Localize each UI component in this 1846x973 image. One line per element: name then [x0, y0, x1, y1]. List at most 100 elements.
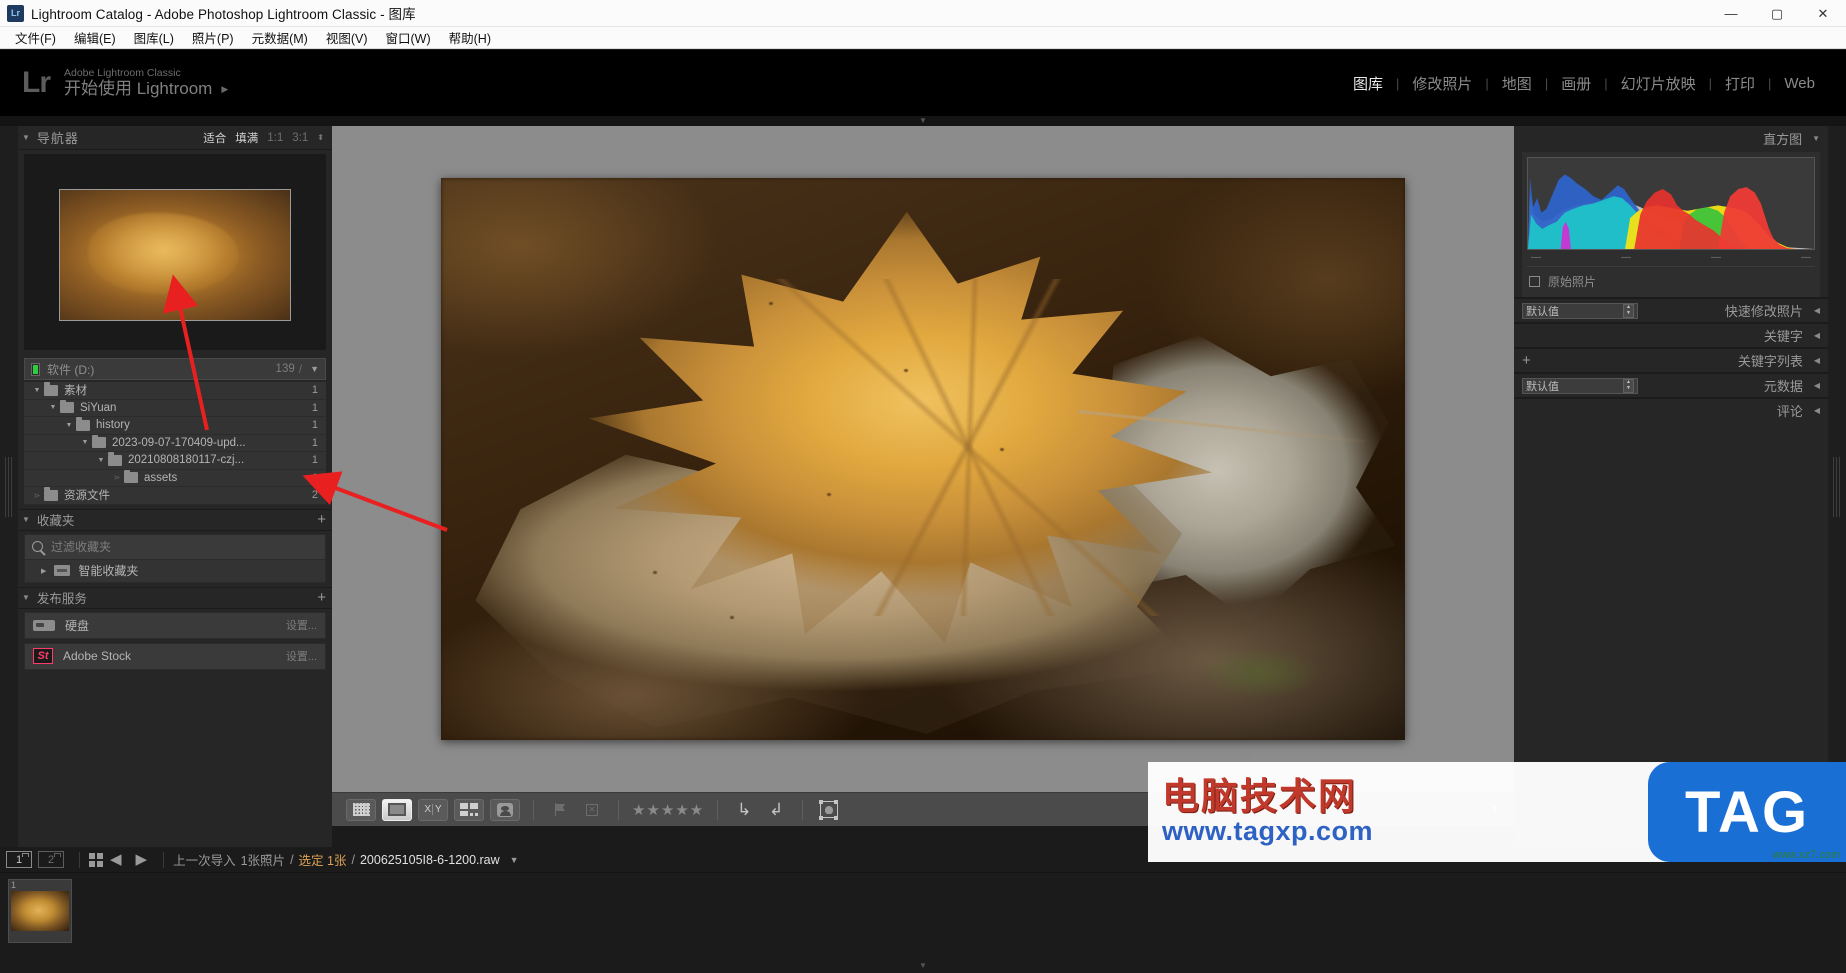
people-view-button[interactable]: [490, 798, 520, 821]
module-slideshow[interactable]: 幻灯片放映: [1608, 73, 1709, 94]
section-metadata[interactable]: 默认值 ▲ ▼ 元数据 ◀: [1514, 372, 1828, 397]
folder-row[interactable]: ▼ SiYuan 1: [24, 399, 326, 417]
stepper-icon[interactable]: ▲ ▼: [1623, 378, 1634, 393]
section-comments[interactable]: 评论 ◀: [1514, 397, 1828, 422]
next-photo-arrow-icon[interactable]: ▶: [136, 852, 148, 867]
folder-row[interactable]: ▼ 2023-09-07-170409-upd... 1: [24, 434, 326, 452]
previous-photo-arrow-icon[interactable]: ◀: [110, 852, 122, 867]
chevron-down-icon[interactable]: ▼: [78, 439, 92, 446]
menu-view[interactable]: 视图(V): [317, 26, 377, 49]
publish-services-header[interactable]: ▼ 发布服务 +: [18, 586, 332, 609]
volume-row[interactable]: 软件 (D:) 139 / ▼: [24, 358, 326, 380]
menu-metadata[interactable]: 元数据(M): [243, 26, 317, 49]
menu-file[interactable]: 文件(F): [6, 26, 65, 49]
menu-photo[interactable]: 照片(P): [183, 26, 243, 49]
chevron-left-icon[interactable]: ◀: [1814, 331, 1820, 340]
zoom-1to1[interactable]: 1:1: [267, 132, 283, 144]
star-rating[interactable]: ★★★★★: [632, 801, 704, 819]
left-panel-resize-handle[interactable]: [0, 126, 18, 847]
collections-filter-row[interactable]: 过滤收藏夹: [25, 534, 325, 560]
section-keyword-list[interactable]: + 关键字列表 ◀: [1514, 347, 1828, 372]
right-panel-resize-handle[interactable]: [1828, 126, 1846, 847]
minimize-button[interactable]: —: [1708, 0, 1754, 27]
section-keywording[interactable]: 关键字 ◀: [1514, 322, 1828, 347]
chevron-right-icon[interactable]: ▶: [41, 567, 46, 575]
module-map[interactable]: 地图: [1489, 73, 1545, 94]
module-book[interactable]: 画册: [1548, 73, 1604, 94]
identity-plate[interactable]: Lr Adobe Lightroom Classic 开始使用 Lightroo…: [0, 67, 228, 99]
zoom-3to1[interactable]: 3:1: [292, 132, 308, 144]
main-photo[interactable]: [441, 178, 1405, 740]
module-web[interactable]: Web: [1771, 75, 1828, 92]
zoom-fit[interactable]: 适合: [203, 130, 226, 146]
module-library[interactable]: 图库: [1340, 73, 1396, 94]
zoom-fill[interactable]: 填满: [235, 130, 258, 146]
face-detect-button[interactable]: [816, 799, 842, 821]
chevron-right-icon[interactable]: ⋗: [110, 473, 124, 482]
add-collection-button[interactable]: +: [317, 512, 326, 527]
menu-window[interactable]: 窗口(W): [377, 26, 440, 49]
source-label[interactable]: 上一次导入: [173, 850, 236, 869]
chevron-down-icon[interactable]: ▼: [30, 387, 44, 394]
close-button[interactable]: ✕: [1800, 0, 1846, 27]
collections-filter-input[interactable]: 过滤收藏夹: [51, 538, 111, 555]
filmstrip-thumbnail[interactable]: 1: [8, 879, 72, 943]
survey-view-button[interactable]: [454, 798, 484, 821]
grid-view-icon[interactable]: [89, 852, 103, 867]
navigator-header[interactable]: ▼ 导航器 适合 填满 1:1 3:1 ⬍: [18, 126, 332, 150]
publish-setup-link[interactable]: 设置...: [286, 648, 317, 664]
screen-1-button[interactable]: 1: [6, 851, 32, 868]
zoom-stepper-icon[interactable]: ⬍: [317, 133, 324, 142]
chevron-down-icon[interactable]: ▼: [94, 457, 108, 464]
stepper-icon[interactable]: ▲ ▼: [1623, 303, 1634, 318]
grid-view-button[interactable]: [346, 798, 376, 821]
module-print[interactable]: 打印: [1712, 73, 1768, 94]
metadata-preset-select[interactable]: 默认值 ▲ ▼: [1522, 377, 1638, 394]
chevron-left-icon[interactable]: ◀: [1814, 306, 1820, 315]
publish-service-hard-drive[interactable]: 硬盘 设置...: [24, 611, 326, 639]
play-arrow-icon[interactable]: ▶: [221, 84, 228, 94]
chevron-left-icon[interactable]: ◀: [1814, 406, 1820, 415]
add-publish-service-button[interactable]: +: [317, 590, 326, 605]
menu-help[interactable]: 帮助(H): [440, 26, 500, 49]
collections-header[interactable]: ▼ 收藏夹 +: [18, 508, 332, 531]
chevron-left-icon[interactable]: ◀: [1814, 356, 1820, 365]
volume-menu-icon[interactable]: ▼: [310, 364, 319, 374]
chevron-down-icon[interactable]: ▼: [62, 422, 76, 429]
compare-view-button[interactable]: X Y: [418, 798, 448, 821]
flag-reject-button[interactable]: ✕: [579, 799, 605, 821]
maximize-button[interactable]: ▢: [1754, 0, 1800, 27]
navigator-preview[interactable]: [24, 154, 326, 350]
filename-dropdown-caret-icon[interactable]: ▼: [510, 855, 519, 865]
chevron-right-icon[interactable]: ⋗: [30, 491, 44, 500]
folder-row[interactable]: ⋗ assets 1: [24, 469, 326, 487]
add-keyword-button[interactable]: +: [1522, 353, 1531, 368]
original-photo-checkbox[interactable]: [1529, 276, 1540, 287]
top-panel-collapse-strip[interactable]: ▼: [0, 116, 1846, 126]
folder-row[interactable]: ▼ 素材 1: [24, 382, 326, 400]
smart-collection-row[interactable]: ▶ 智能收藏夹: [25, 560, 325, 582]
menu-library[interactable]: 图库(L): [125, 26, 183, 49]
loupe-photo-area[interactable]: [332, 126, 1514, 792]
original-photo-row[interactable]: 原始照片: [1527, 266, 1815, 292]
folder-row[interactable]: ▼ history 1: [24, 417, 326, 435]
flag-pick-button[interactable]: [547, 799, 573, 821]
loupe-view-button[interactable]: [382, 798, 412, 821]
section-quick-develop[interactable]: 默认值 ▲ ▼ 快速修改照片 ◀: [1514, 297, 1828, 322]
chevron-down-icon[interactable]: ▼: [46, 404, 60, 411]
menu-edit[interactable]: 编辑(E): [65, 26, 125, 49]
filmstrip-collapse-strip[interactable]: ▼: [0, 959, 1846, 973]
rotate-right-button[interactable]: ↲: [763, 799, 789, 821]
module-develop[interactable]: 修改照片: [1399, 73, 1485, 94]
histogram-header[interactable]: 直方图 ▼: [1514, 126, 1828, 150]
folder-row[interactable]: ⋗ 资源文件 2: [24, 487, 326, 505]
chevron-down-icon[interactable]: ▼: [1812, 134, 1820, 143]
quick-develop-preset-select[interactable]: 默认值 ▲ ▼: [1522, 302, 1638, 319]
publish-setup-link[interactable]: 设置...: [286, 617, 317, 633]
publish-service-adobe-stock[interactable]: St Adobe Stock 设置...: [24, 642, 326, 670]
folder-row[interactable]: ▼ 20210808180117-czj... 1: [24, 452, 326, 470]
screen-2-button[interactable]: 2: [38, 851, 64, 868]
histogram-canvas[interactable]: [1527, 157, 1815, 250]
rotate-left-button[interactable]: ↳: [731, 799, 757, 821]
chevron-left-icon[interactable]: ◀: [1814, 381, 1820, 390]
